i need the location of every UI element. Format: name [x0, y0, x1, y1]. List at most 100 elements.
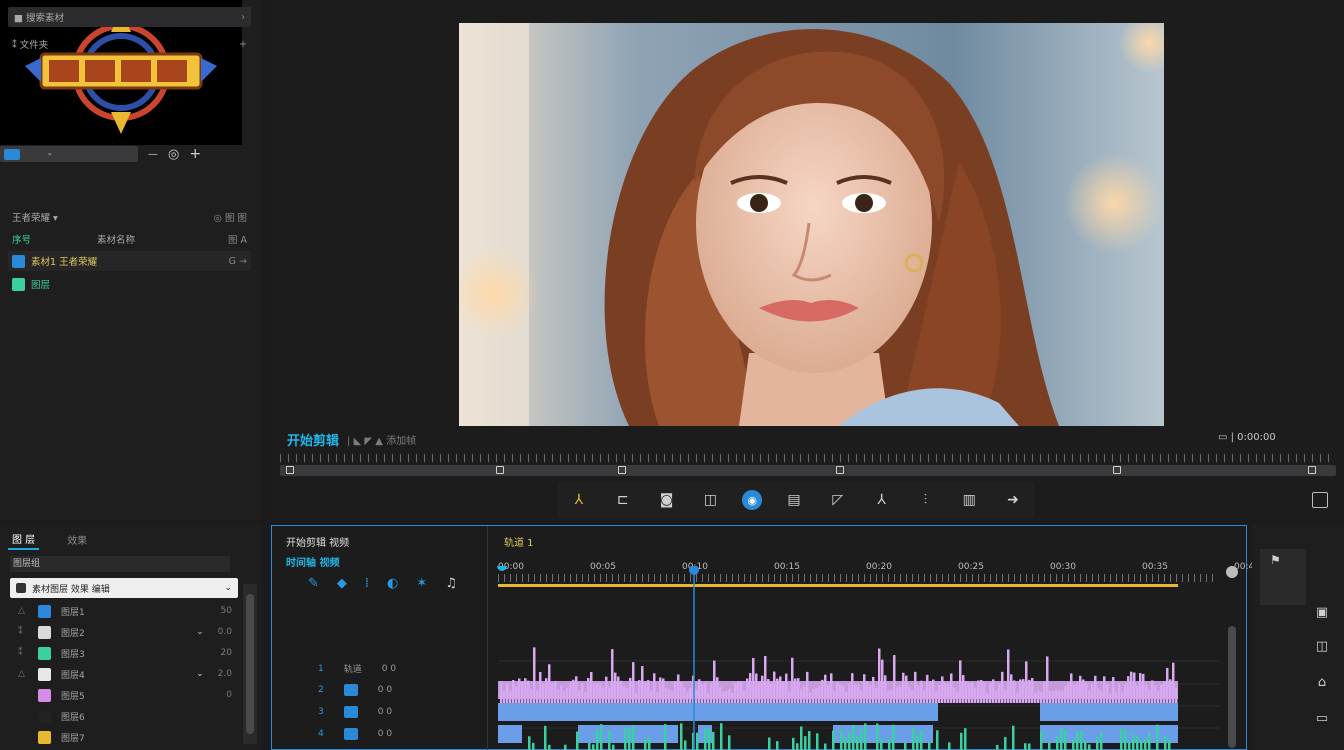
export-icon[interactable]: ▭	[1314, 711, 1330, 727]
media-list-header: 序号 素材名称 图 A	[8, 229, 251, 249]
book-icon[interactable]: ◫	[1314, 639, 1330, 655]
timeline-tracks[interactable]	[488, 566, 1224, 750]
green-waveform-bar	[592, 744, 595, 750]
green-waveform-bar	[1048, 741, 1051, 750]
marker[interactable]	[618, 466, 626, 474]
zoom-slider[interactable]: -	[0, 146, 138, 162]
preview-scrubber[interactable]	[280, 450, 1336, 480]
layer-label: 图层2	[61, 628, 85, 639]
timeline-scrollbar[interactable]	[1224, 566, 1240, 748]
track-visibility-icon[interactable]	[343, 728, 358, 740]
camera-icon[interactable]: ▣	[1314, 605, 1330, 621]
zoom-reset-icon[interactable]: ◎	[168, 147, 179, 162]
chevron-down-icon[interactable]: ⌄	[196, 669, 204, 679]
crop-icon[interactable]: ⊏	[611, 488, 635, 512]
media-search[interactable]: ■ 搜索素材 ›	[8, 7, 251, 27]
add-folder-icon[interactable]: +	[239, 39, 247, 50]
scrollbar-thumb[interactable]	[1228, 626, 1236, 748]
layer-row[interactable]: 图层6	[18, 707, 232, 725]
timeline-tool-icon[interactable]: ♫	[445, 576, 457, 591]
layer-selector[interactable]: 素材图层 效果 编辑 ⌄	[10, 578, 238, 598]
tab-effects[interactable]: 效果	[67, 532, 87, 547]
in-point-marker[interactable]	[286, 466, 294, 474]
layer-color-swatch	[38, 667, 51, 681]
list-header-index: 序号	[12, 235, 32, 246]
shape-icon[interactable]: ⌂	[1314, 675, 1330, 691]
chevron-down-icon[interactable]: ⌄	[196, 627, 204, 637]
mask-icon[interactable]: ◙	[655, 488, 679, 512]
portrait-image	[459, 23, 1164, 426]
tab-layers[interactable]: 图 层	[8, 529, 40, 550]
layer-value: 0.0	[217, 627, 232, 637]
chevron-down-icon[interactable]: ⌄	[224, 583, 232, 593]
timeline-tab[interactable]: 轨道 1	[504, 534, 534, 549]
zoom-out-icon[interactable]: —	[148, 149, 158, 160]
green-waveform-bar	[916, 734, 919, 750]
export-icon[interactable]: ▥	[957, 488, 981, 512]
marker[interactable]	[496, 466, 504, 474]
out-point-marker[interactable]	[1308, 466, 1316, 474]
anchor-icon[interactable]: ⅄	[870, 488, 894, 512]
layer-row[interactable]: 图层7	[18, 728, 232, 746]
track-visibility-icon[interactable]	[343, 706, 358, 718]
layer-value: 20	[220, 648, 232, 658]
flag-icon: ⚑	[1270, 553, 1281, 567]
layer-row[interactable]: △ 图层1 50	[18, 602, 232, 620]
scrubber-bar[interactable]	[280, 465, 1336, 476]
target-icon[interactable]: ◉	[742, 490, 763, 510]
layer-row[interactable]: ⁑ 图层2 ⌄ 0.0	[18, 623, 232, 641]
track-header-row[interactable]: 2 0 0	[318, 684, 392, 696]
fullscreen-icon[interactable]	[1312, 492, 1328, 508]
green-waveform-bar	[1060, 728, 1063, 750]
meta-icons[interactable]: ◎ 图 图	[214, 210, 247, 224]
zoom-controls: - — ◎ +	[0, 145, 246, 163]
track-header-row[interactable]: 4 0 0	[318, 728, 392, 740]
timeline-tool-icon[interactable]: ✎	[308, 576, 319, 591]
layer-color-swatch	[38, 688, 51, 702]
chevron-right-icon[interactable]: ›	[241, 12, 245, 23]
green-waveform-bar	[912, 727, 915, 750]
green-waveform-bar	[1028, 743, 1031, 750]
track-header-row[interactable]: 1 轨道 0 0	[318, 662, 396, 676]
timeline-tool-icon[interactable]: ◆	[337, 576, 347, 591]
timeline-tool-icon[interactable]: ✶	[416, 576, 427, 591]
arrow-icon[interactable]: ➜	[1001, 488, 1025, 512]
timeline-body: 轨道 1 00:0000:0500:1000:1500:2000:2500:30…	[488, 526, 1260, 750]
preview-video-frame[interactable]	[459, 23, 1164, 426]
list-item[interactable]: 图层	[8, 274, 251, 294]
green-waveform-bar	[824, 743, 827, 750]
track-header-row[interactable]: 3 0 0	[318, 706, 392, 718]
list-item[interactable]: 素材1 王者荣耀 G →	[8, 251, 251, 271]
zoom-in-icon[interactable]: +	[189, 146, 201, 162]
speed-icon[interactable]: ◫	[698, 488, 722, 512]
layers-scrollbar[interactable]	[243, 584, 257, 744]
tag-icon[interactable]: ◸	[826, 488, 850, 512]
list-header-name: 素材名称	[97, 235, 136, 246]
timeline-tool-icon[interactable]: ⁞	[365, 576, 369, 591]
preview-title-extra[interactable]: | ◣ ◤ ▲ 添加帧	[347, 432, 416, 447]
layer-row[interactable]: ⁑ 图层3 20	[18, 644, 232, 662]
marker[interactable]	[836, 466, 844, 474]
flag-panel[interactable]: ⚑	[1260, 549, 1306, 605]
track-number: 1	[318, 663, 324, 674]
green-waveform-bar	[528, 736, 531, 750]
layer-value: 50	[220, 606, 232, 616]
scrollbar-thumb[interactable]	[246, 594, 254, 734]
green-waveform-bar	[936, 730, 939, 750]
track-value: 0 0	[377, 707, 393, 717]
timeline-tool-icon[interactable]: ◐	[387, 576, 398, 591]
cursor-icon[interactable]: ⅄	[567, 488, 591, 512]
media-folder-row[interactable]: ⁑ 文件夹 +	[8, 34, 251, 54]
track-visibility-icon[interactable]	[343, 684, 358, 696]
layer-row[interactable]: △ 图层4 ⌄ 2.0	[18, 665, 232, 683]
layer-index: △	[18, 606, 25, 616]
green-waveform-bar	[880, 739, 883, 750]
zoom-knob[interactable]	[1226, 566, 1238, 578]
green-waveform-bar	[888, 738, 891, 750]
marker[interactable]	[1113, 466, 1121, 474]
split-icon[interactable]: ⫶	[913, 488, 937, 512]
green-waveform-bar	[648, 737, 651, 750]
layer-row[interactable]: 图层5 0	[18, 686, 232, 704]
caption-icon[interactable]: ▤	[782, 488, 806, 512]
in-point-handle	[497, 566, 507, 571]
